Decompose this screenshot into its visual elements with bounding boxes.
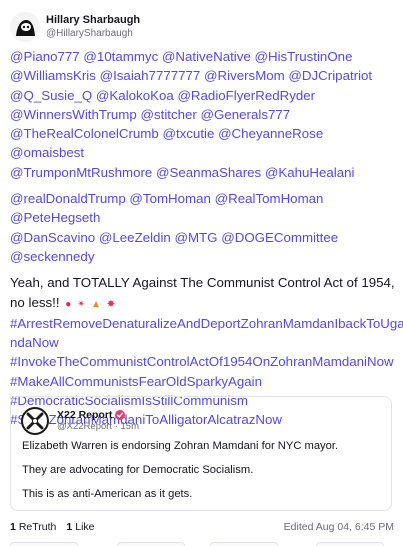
mention-line[interactable]: @WinnersWithTrump @stitcher @Generals777 — [10, 105, 398, 124]
edited-timestamp: Edited Aug 04, 6:45 PM — [283, 521, 394, 533]
action-bar — [0, 542, 403, 546]
quoted-author[interactable]: X22 Report @X22Report · 15m — [21, 407, 139, 435]
mention-group-2: @realDonaldTrump @TomHoman @RealTomHoman… — [10, 189, 398, 266]
retruth-count: 1 — [10, 521, 16, 533]
quoted-paragraph: They are advocating for Democratic Socia… — [22, 464, 254, 476]
post-body: @Piano777 @10tammyc @NativeNative @HisTr… — [10, 47, 403, 430]
mention-line[interactable]: @WilliamsKris @Isaiah7777777 @RiversMom … — [10, 66, 398, 85]
retruth-label: ReTruth — [18, 521, 57, 533]
mention-line[interactable]: @Q_Susie_Q @KalokoKoa @RadioFlyerRedRyde… — [10, 86, 398, 105]
author-display-name[interactable]: Hillary Sharbaugh — [46, 14, 140, 27]
like-button[interactable] — [210, 542, 278, 546]
retruth-button[interactable] — [117, 542, 185, 546]
avatar[interactable] — [10, 12, 40, 42]
x22-logo-avatar[interactable] — [21, 407, 49, 435]
post-author[interactable]: Hillary Sharbaugh @HillarySharbaugh — [10, 10, 140, 44]
hashtag-link[interactable]: #ArrestRemoveDenaturalizeAndDeportZohran… — [10, 314, 403, 333]
post-stats: 1 ReTruth 1 Like Edited Aug 04, 6:45 PM — [10, 519, 394, 535]
post-text-exclaim: no less!! — [10, 294, 60, 310]
quoted-post[interactable]: X22 Report @X22Report · 15m Elizabeth Wa… — [10, 396, 392, 511]
like-stat[interactable]: 1 Like — [66, 521, 94, 533]
mention-line[interactable]: @seckennedy — [10, 247, 398, 266]
mention-line[interactable]: @realDonaldTrump @TomHoman @RealTomHoman… — [10, 189, 398, 228]
retruth-stat[interactable]: 1 ReTruth — [10, 521, 56, 533]
verified-badge-icon — [115, 410, 126, 420]
post-text-line-1: Yeah, and TOTALLY Against The Communist … — [10, 275, 395, 291]
like-label: Like — [75, 521, 95, 533]
mention-line[interactable]: @Piano777 @10tammyc @NativeNative @HisTr… — [10, 47, 398, 66]
angry-face-emoji: ● — [65, 298, 72, 310]
post-text-line-2: no less!! ● ✴ ▲ ✸ — [10, 293, 398, 314]
hooded-figure-icon — [10, 12, 40, 42]
quoted-paragraph: This is as anti-American as it gets. — [22, 488, 193, 500]
hashtag-link[interactable]: #MakeAllCommunistsFearOldSparkyAgain — [10, 372, 398, 391]
quoted-timestamp: 15m — [120, 421, 139, 432]
quoted-display-name[interactable]: X22 Report — [57, 409, 112, 421]
share-button[interactable] — [316, 542, 384, 546]
collision-emoji: ✸ — [106, 298, 116, 310]
like-count: 1 — [66, 521, 73, 533]
hashtag-link[interactable]: #InvokeTheCommunistControlActOf1954OnZoh… — [10, 352, 398, 371]
quoted-handle: @X22Report — [57, 421, 113, 432]
quoted-text: Elizabeth Warren is endorsing Zohran Mam… — [22, 439, 382, 511]
x-logo-icon — [26, 412, 44, 430]
mention-line[interactable]: @TrumponMtRushmore @SeanmaShares @KahuHe… — [10, 163, 398, 182]
anger-symbol-emoji: ✴ — [76, 298, 86, 310]
mention-group-1: @Piano777 @10tammyc @NativeNative @HisTr… — [10, 47, 398, 182]
reply-button[interactable] — [10, 542, 78, 546]
author-handle[interactable]: @HillarySharbaugh — [46, 27, 140, 40]
mention-line[interactable]: @DanScavino @LeeZeldin @MTG @DOGECommitt… — [10, 228, 398, 247]
truth-post: Hillary Sharbaugh @HillarySharbaugh @Pia… — [0, 0, 403, 546]
fire-emoji: ▲ — [91, 298, 101, 310]
quoted-paragraph: Elizabeth Warren is endorsing Zohran Mam… — [22, 440, 339, 452]
hashtag-link[interactable]: ndaNow — [10, 333, 398, 352]
mention-line[interactable]: @TheRealColonelCrumb @txcutie @CheyanneR… — [10, 124, 398, 163]
